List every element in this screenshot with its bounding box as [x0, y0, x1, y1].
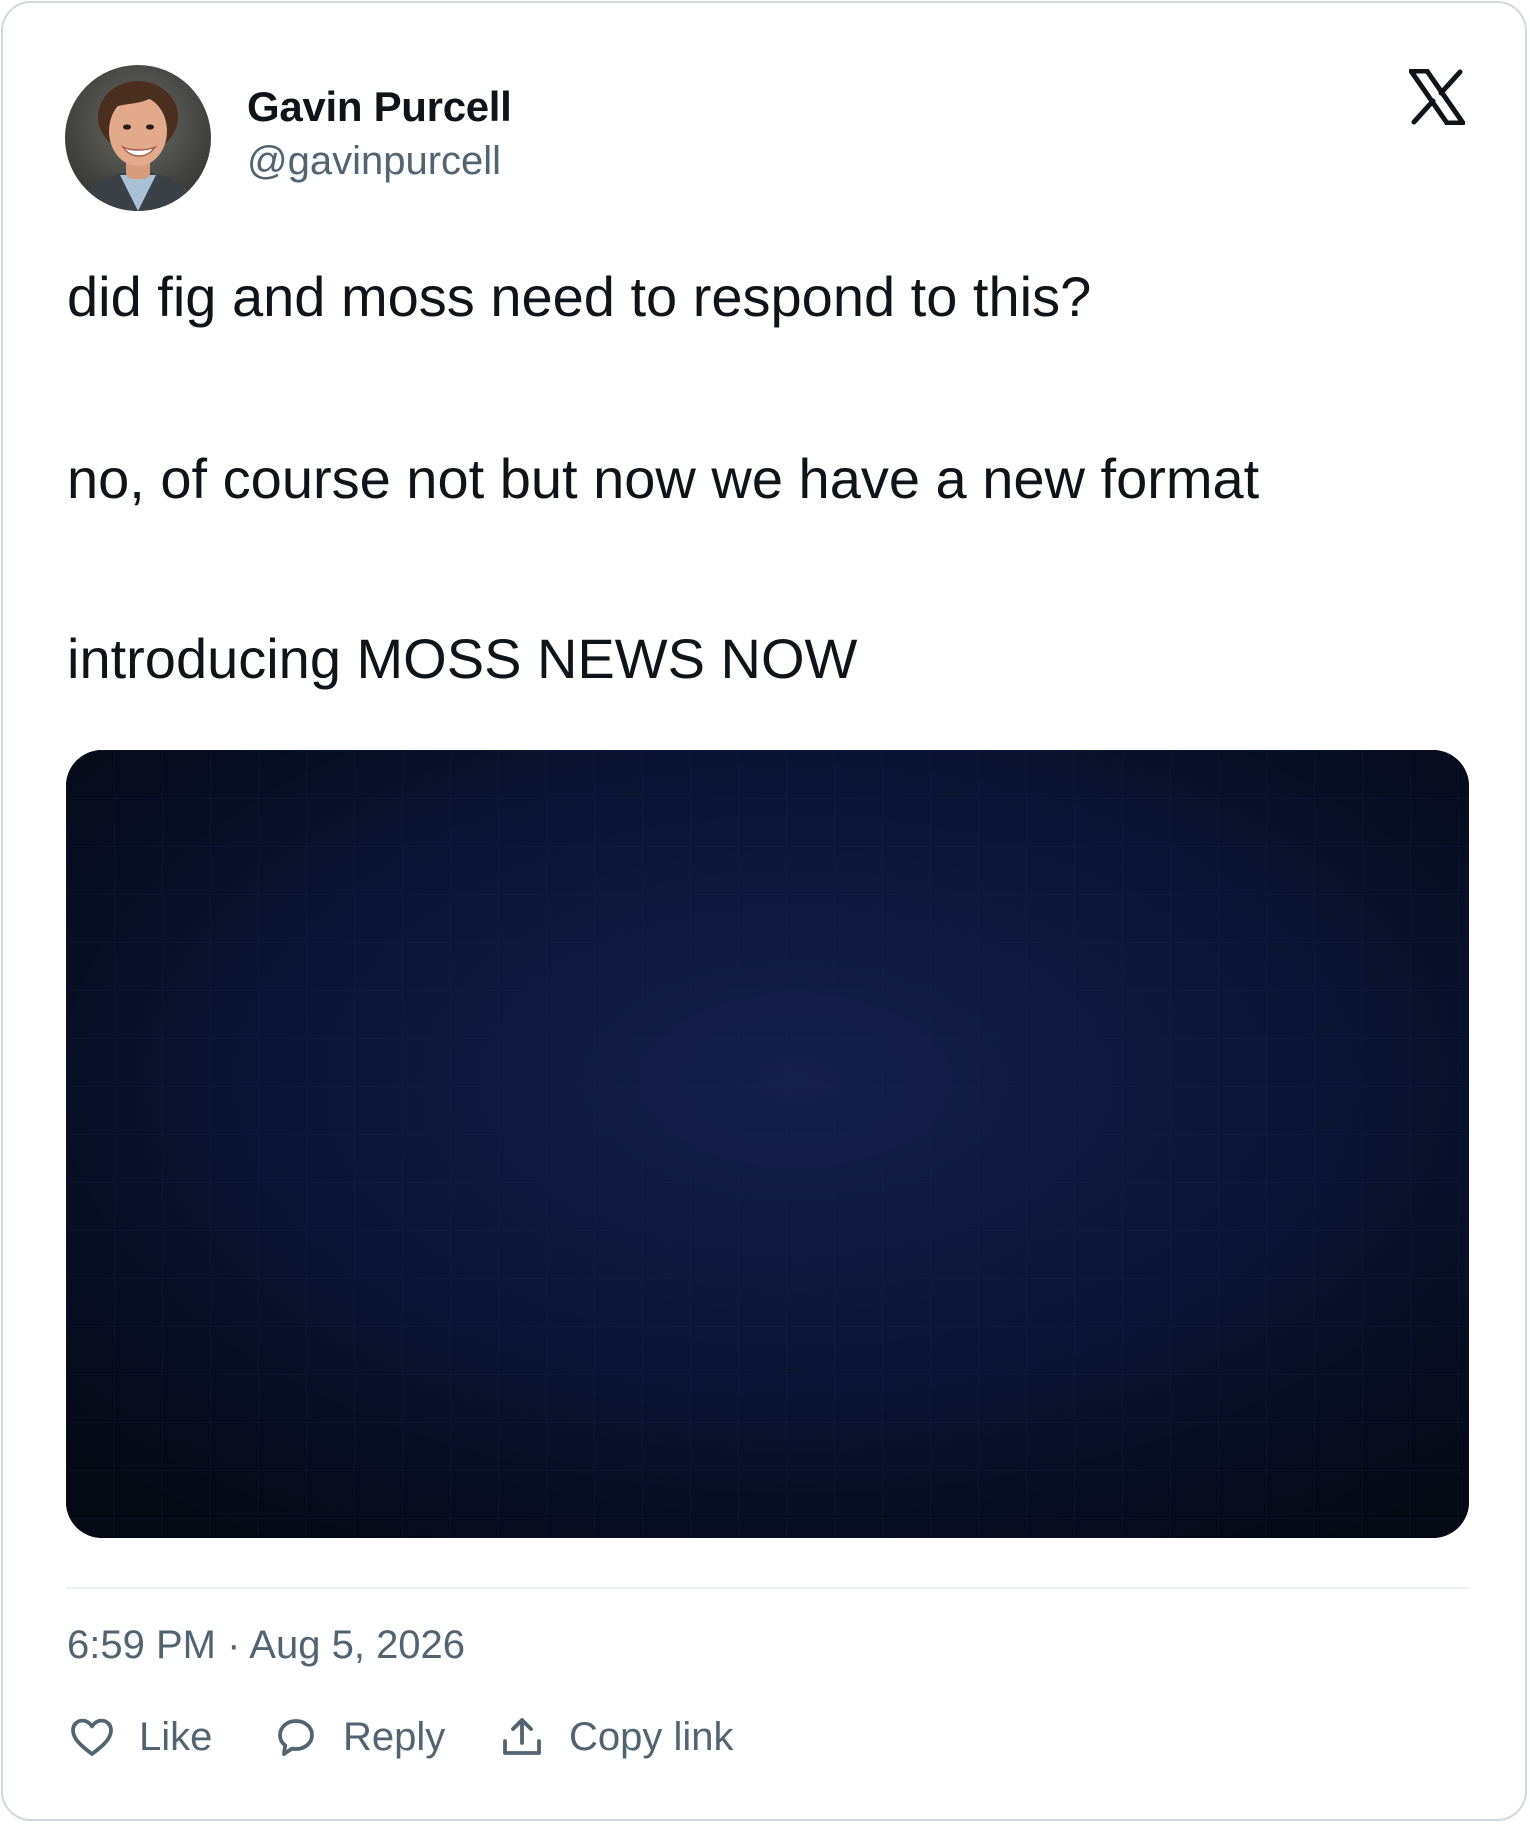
avatar-image [65, 65, 211, 211]
tweet-text-line-1: did fig and moss need to respond to this… [67, 265, 1092, 328]
timestamp[interactable]: 6:59 PM · Aug 5, 2026 [67, 1623, 465, 1668]
x-logo-icon[interactable] [1408, 68, 1466, 126]
copy-link-button[interactable]: Copy link [497, 1709, 734, 1765]
tweet-text-line-3: introducing MOSS NEWS NOW [67, 627, 858, 690]
avatar[interactable] [65, 65, 211, 211]
tweet-text-line-2: no, of course not but now we have a new … [67, 447, 1260, 510]
share-upload-icon [497, 1712, 547, 1762]
copy-link-label: Copy link [569, 1714, 734, 1759]
heart-icon [67, 1712, 117, 1762]
divider [66, 1587, 1469, 1589]
author-name[interactable]: Gavin Purcell [247, 83, 512, 131]
speech-bubble-icon [271, 1712, 321, 1762]
reply-label: Reply [343, 1714, 446, 1759]
like-label: Like [139, 1714, 213, 1759]
like-button[interactable]: Like [67, 1709, 212, 1765]
tweet-card: Gavin Purcell @gavinpurcell did fig and … [1, 1, 1527, 1821]
media-video-thumbnail[interactable] [66, 750, 1469, 1538]
author-handle[interactable]: @gavinpurcell [247, 139, 501, 184]
reply-button[interactable]: Reply [271, 1709, 445, 1765]
